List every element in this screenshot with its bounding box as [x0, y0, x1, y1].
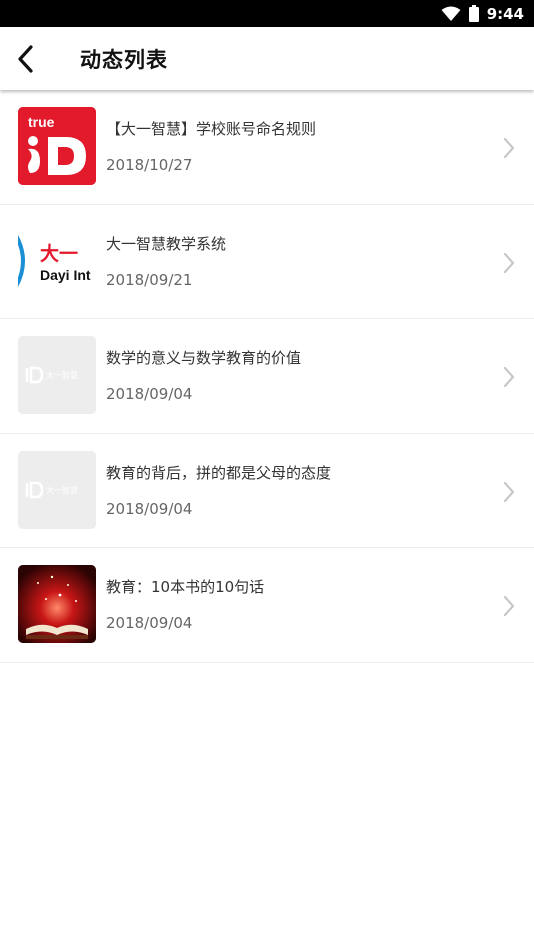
item-title: 教育的背后，拼的都是父母的态度 — [106, 463, 332, 482]
list-item[interactable]: 大一智慧 教育的背后，拼的都是父母的态度 2018/09/04 — [0, 434, 534, 548]
list-item[interactable]: true 【大一智慧】学校账号命名规则 2018/10/27 — [0, 90, 534, 205]
logo-text: 大一智慧 — [46, 370, 78, 380]
item-date: 2018/10/27 — [106, 156, 193, 174]
logo-text: 大一 — [40, 242, 78, 265]
item-date: 2018/09/04 — [106, 385, 193, 403]
placeholder-logo-icon: 大一智慧 — [18, 450, 96, 529]
status-icons: 9:44 — [441, 3, 524, 24]
placeholder-logo-icon: 大一智慧 — [18, 336, 96, 414]
list-item[interactable]: 教育：10本书的10句话 2018/09/04 — [0, 548, 534, 663]
item-date: 2018/09/21 — [106, 270, 193, 289]
chevron-right-icon — [503, 252, 515, 273]
list-item[interactable]: 大一智慧 数学的意义与数学教育的价值 2018/09/04 — [0, 319, 534, 434]
item-title: 【大一智慧】学校账号命名规则 — [106, 120, 317, 138]
item-date: 2018/09/04 — [106, 499, 193, 518]
item-thumbnail: 大一 Dayi Int — [18, 221, 96, 300]
book-photo-icon — [18, 565, 96, 643]
status-bar: 9:44 — [0, 0, 534, 27]
chevron-right-icon — [503, 595, 515, 617]
back-arrow-icon — [18, 45, 33, 73]
logo-text: 大一智慧 — [46, 485, 78, 495]
wifi-icon — [441, 6, 461, 21]
item-title: 大一智慧教学系统 — [106, 234, 227, 253]
news-list: true 【大一智慧】学校账号命名规则 2018/10/27 大一 Dayi I… — [0, 90, 534, 663]
logo-text: true — [28, 114, 55, 130]
item-date: 2018/09/04 — [106, 614, 193, 632]
battery-icon — [468, 5, 479, 22]
chevron-right-icon — [503, 481, 515, 502]
app-header: 动态列表 — [0, 27, 534, 90]
item-thumbnail: 大一智慧 — [18, 336, 96, 414]
chevron-right-icon — [503, 366, 515, 388]
item-thumbnail — [18, 565, 96, 643]
item-title: 数学的意义与数学教育的价值 — [106, 349, 302, 367]
trueid-logo-icon: true — [18, 107, 96, 185]
chevron-right-icon — [503, 137, 515, 159]
list-item[interactable]: 大一 Dayi Int 大一智慧教学系统 2018/09/21 — [0, 205, 534, 319]
item-title: 教育：10本书的10句话 — [106, 578, 265, 596]
item-thumbnail: 大一智慧 — [18, 450, 96, 529]
back-button[interactable] — [8, 41, 42, 77]
dayi-logo-icon: 大一 Dayi Int — [18, 221, 96, 300]
item-thumbnail: true — [18, 107, 96, 185]
page-title: 动态列表 — [80, 48, 168, 72]
status-time: 9:44 — [486, 4, 524, 23]
logo-text: Dayi Int — [40, 267, 91, 283]
